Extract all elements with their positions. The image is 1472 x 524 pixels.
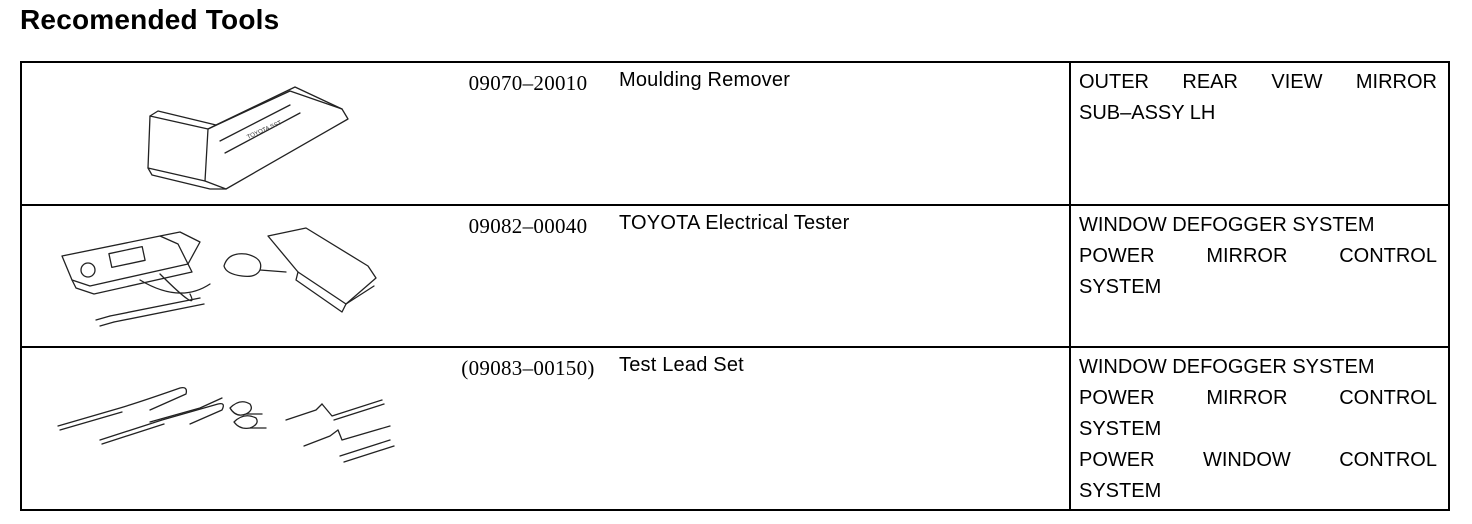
usage-word: SYSTEM [1079, 480, 1162, 502]
test-lead-set-illustration [50, 356, 430, 486]
usage-word: SUB–ASSY LH [1079, 102, 1216, 124]
electrical-tester-illustration [50, 214, 430, 344]
moulding-remover-illustration: TOYOTA SST [50, 71, 430, 201]
usage-word: REAR [1182, 71, 1238, 93]
usage-line: POWER MIRROR CONTROL [1079, 383, 1437, 414]
usage-line: WINDOW DEFOGGER SYSTEM [1079, 210, 1437, 241]
page-title: Recomended Tools [20, 4, 280, 35]
table-row: 09082–00040 TOYOTA Electrical Tester WIN… [22, 206, 1448, 348]
usage-line: WINDOW DEFOGGER SYSTEM [1079, 352, 1437, 383]
table-row: (09083–00150) Test Lead Set WINDOW DEFOG… [22, 348, 1448, 511]
usage-line: SUB–ASSY LH [1079, 98, 1437, 129]
usage-word: OUTER [1079, 71, 1149, 93]
usage-word: MIRROR [1355, 71, 1437, 93]
usage-line: SYSTEM [1079, 476, 1437, 507]
tool-name: Moulding Remover [619, 69, 791, 91]
part-number: (09083–00150) [461, 356, 595, 380]
usage-line: SYSTEM [1079, 414, 1437, 445]
usage-word: WINDOW [1203, 449, 1291, 471]
usage-word: MIRROR [1206, 387, 1288, 409]
usage-word: VIEW [1271, 71, 1323, 93]
tool-name: TOYOTA Electrical Tester [619, 212, 850, 234]
usage-word: CONTROL [1339, 449, 1437, 471]
usage-list: OUTER REAR VIEW MIRROR SUB–ASSY LH [1079, 67, 1437, 129]
svg-text:TOYOTA SST: TOYOTA SST [246, 120, 283, 141]
usage-line: OUTER REAR VIEW MIRROR [1079, 67, 1437, 98]
usage-word: CONTROL [1339, 387, 1437, 409]
usage-word: WINDOW DEFOGGER SYSTEM [1079, 356, 1375, 378]
part-number: 09070–20010 [468, 71, 588, 95]
usage-line: POWER WINDOW CONTROL [1079, 445, 1437, 476]
usage-line: SYSTEM [1079, 272, 1437, 303]
usage-word: SYSTEM [1079, 276, 1162, 298]
usage-word: SYSTEM [1079, 418, 1162, 440]
usage-word: POWER [1079, 449, 1155, 471]
usage-word: WINDOW DEFOGGER SYSTEM [1079, 214, 1375, 236]
usage-list: WINDOW DEFOGGER SYSTEM POWER MIRROR CONT… [1079, 210, 1437, 303]
usage-word: POWER [1079, 387, 1155, 409]
tools-table: TOYOTA SST 09070–20010 Moulding Remover … [20, 61, 1450, 511]
tool-name: Test Lead Set [619, 354, 744, 376]
usage-line: POWER MIRROR CONTROL [1079, 241, 1437, 272]
table-row: TOYOTA SST 09070–20010 Moulding Remover … [22, 63, 1448, 206]
part-number: 09082–00040 [468, 214, 588, 238]
usage-word: MIRROR [1206, 245, 1288, 267]
usage-list: WINDOW DEFOGGER SYSTEM POWER MIRROR CONT… [1079, 352, 1437, 507]
usage-word: CONTROL [1339, 245, 1437, 267]
usage-word: POWER [1079, 245, 1155, 267]
